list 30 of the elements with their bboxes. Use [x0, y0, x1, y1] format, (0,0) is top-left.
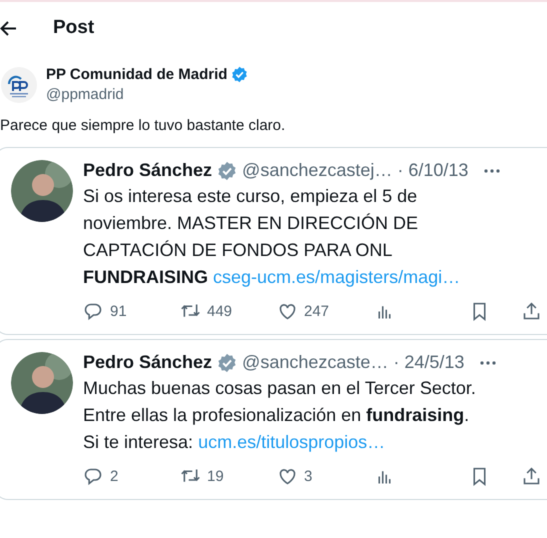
quoted-post-text: Muchas buenas cosas pasan en el Tercer Sector. Entre ellas la profesionalización en fundraising. Si te interesa: ucm.es/titulospropios…: [83, 377, 477, 454]
reply-icon[interactable]: [83, 466, 104, 487]
like-count: 247: [304, 303, 330, 320]
author-name[interactable]: PP Comunidad de Madrid: [46, 66, 228, 83]
author-name[interactable]: Pedro Sánchez: [83, 160, 212, 181]
post-date[interactable]: · 6/10/13: [397, 160, 468, 181]
heart-icon[interactable]: [277, 301, 298, 322]
author-handle[interactable]: @ppmadrid: [46, 86, 248, 103]
page-title: Post: [53, 17, 94, 39]
quoted-post-card[interactable]: Pedro Sánchez @sanchezcaste… · 24/5/13 Muchas buenas cosas pasan en el Tercer Sector. Entre ellas la profesionalización en fundraising. Si te interesa: ucm.es/titulospropios… 2 19 3: [0, 339, 547, 500]
share-icon[interactable]: [521, 466, 542, 487]
post-date[interactable]: · 24/5/13: [393, 352, 464, 373]
more-icon[interactable]: [479, 360, 498, 366]
back-arrow-icon[interactable]: [0, 20, 17, 36]
quoted-post-text: Si os interesa este curso, empieza el 5 de noviembre. MASTER EN DIRECCIÓN DE CAPTACIÓN DE FONDOS PARA ONL FUNDRAISING cseg-ucm.es/magisters/magi…: [83, 185, 462, 289]
share-icon[interactable]: [521, 301, 542, 322]
heart-icon[interactable]: [277, 466, 298, 487]
reply-count: 2: [110, 468, 118, 485]
reply-count: 91: [110, 303, 127, 320]
author-name[interactable]: Pedro Sánchez: [83, 352, 212, 373]
quoted-post-card[interactable]: Pedro Sánchez @sanchezcastej… · 6/10/13 Si os interesa este curso, empieza el 5 de noviembre. MASTER EN DIRECCIÓN DE CAPTACIÓN DE FONDOS PARA ONL FUNDRAISING cseg-ucm.es/magisters/magi… 91 449 247: [0, 147, 547, 335]
like-count: 3: [304, 468, 312, 485]
author-handle[interactable]: @sanchezcaste…: [242, 352, 388, 373]
logo-icon[interactable]: [1, 66, 37, 102]
repost-count: 449: [207, 303, 232, 320]
author-handle[interactable]: @sanchezcastej…: [242, 160, 392, 181]
more-icon[interactable]: [483, 168, 502, 174]
reply-icon[interactable]: [83, 301, 104, 322]
post-text: Parece que siempre lo tuvo bastante claro.: [0, 117, 286, 134]
repost-count: 19: [207, 468, 224, 485]
